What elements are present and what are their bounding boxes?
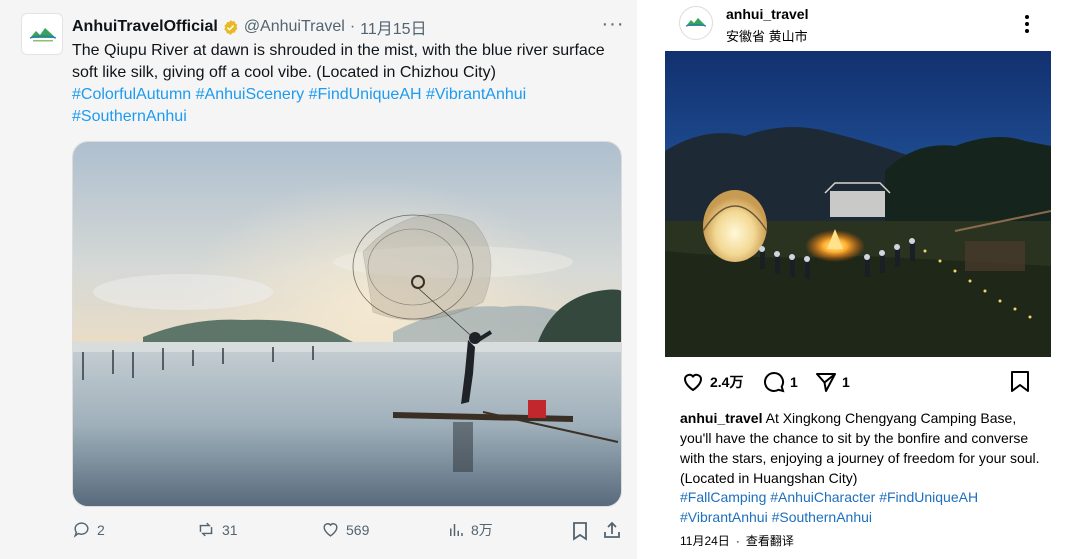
post-footer: 11月24日 · 查看翻译	[680, 532, 794, 549]
username[interactable]: anhui_travel	[726, 6, 808, 22]
more-options-icon[interactable]: ···	[600, 14, 626, 38]
anhui-logo-icon	[685, 18, 707, 27]
like-count: 2.4万	[710, 374, 744, 390]
views-button[interactable]: 8万	[447, 520, 493, 540]
separator: ·	[349, 18, 356, 35]
handle[interactable]: @AnhuiTravel	[244, 18, 345, 36]
hashtag-link[interactable]: #AnhuiScenery	[196, 86, 305, 103]
post-actions: 2.4万 1 1	[680, 370, 1040, 396]
like-count: 569	[346, 521, 370, 538]
hashtag-link[interactable]: #ColorfulAutumn	[72, 86, 191, 103]
avatar[interactable]	[21, 13, 63, 55]
post-photo[interactable]	[665, 51, 1051, 357]
share-icon[interactable]	[602, 520, 622, 540]
timestamp[interactable]: 11月15日	[360, 15, 426, 39]
heart-icon	[323, 523, 338, 537]
share-button[interactable]: 1	[814, 370, 850, 394]
send-icon	[816, 373, 836, 392]
location[interactable]: 安徽省 黄山市	[726, 26, 808, 45]
reply-icon	[73, 522, 89, 538]
like-button[interactable]: 2.4万	[680, 370, 743, 394]
post-caption: anhui_travel At Xingkong Chengyang Campi…	[680, 408, 1040, 488]
like-button[interactable]: 569	[321, 520, 369, 539]
bookmark-icon[interactable]	[571, 521, 589, 541]
tweet-header: AnhuiTravelOfficial @AnhuiTravel · 11月15…	[72, 15, 612, 39]
reply-count: 2	[97, 521, 105, 538]
hashtag-link[interactable]: #SouthernAnhui	[772, 509, 872, 525]
caption-username[interactable]: anhui_travel	[680, 410, 762, 426]
comment-icon	[764, 371, 785, 393]
comment-count: 1	[790, 374, 798, 390]
hashtag-link[interactable]: #AnhuiCharacter	[770, 489, 875, 505]
tweet-hashtags: #ColorfulAutumn #AnhuiScenery #FindUniqu…	[72, 84, 612, 128]
hashtag-link[interactable]: #FindUniqueAH	[879, 489, 978, 505]
reply-button[interactable]: 2	[72, 520, 105, 539]
views-count: 8万	[471, 522, 493, 538]
repost-count: 31	[222, 521, 238, 538]
tweet-photo[interactable]	[72, 141, 622, 507]
views-chart-icon	[450, 524, 463, 536]
verified-badge-icon[interactable]	[222, 19, 239, 36]
instagram-post: anhui_travel 安徽省 黄山市 2.4万 1 1 anhui_trav…	[663, 0, 1080, 559]
tweet-text: The Qiupu River at dawn is shrouded in t…	[72, 42, 605, 81]
hashtag-link[interactable]: #VibrantAnhui	[426, 86, 526, 103]
bookmark-icon[interactable]	[1009, 370, 1031, 394]
display-name[interactable]: AnhuiTravelOfficial	[72, 18, 218, 36]
comment-button[interactable]: 1	[762, 370, 798, 394]
repost-button[interactable]: 31	[196, 520, 238, 539]
avatar[interactable]	[679, 6, 713, 40]
tweet-card: AnhuiTravelOfficial @AnhuiTravel · 11月15…	[0, 0, 637, 559]
misty-river-fisherman-image	[73, 142, 621, 506]
post-hashtags: #FallCamping #AnhuiCharacter #FindUnique…	[680, 487, 1040, 527]
heart-icon	[683, 373, 703, 392]
tweet-actions: 2 31 569 8万	[72, 520, 627, 544]
more-options-icon[interactable]	[1018, 12, 1036, 36]
post-date: 11月24日	[680, 534, 730, 548]
separator: ·	[735, 534, 740, 548]
anhui-logo-icon	[29, 28, 57, 42]
repost-icon	[199, 522, 213, 537]
hashtag-link[interactable]: #FindUniqueAH	[309, 86, 422, 103]
hashtag-link[interactable]: #SouthernAnhui	[72, 108, 187, 125]
hashtag-link[interactable]: #FallCamping	[680, 489, 766, 505]
see-translation-link[interactable]: 查看翻译	[746, 534, 794, 548]
camping-bonfire-night-image	[665, 51, 1051, 357]
share-count: 1	[842, 374, 850, 390]
hashtag-link[interactable]: #VibrantAnhui	[680, 509, 768, 525]
